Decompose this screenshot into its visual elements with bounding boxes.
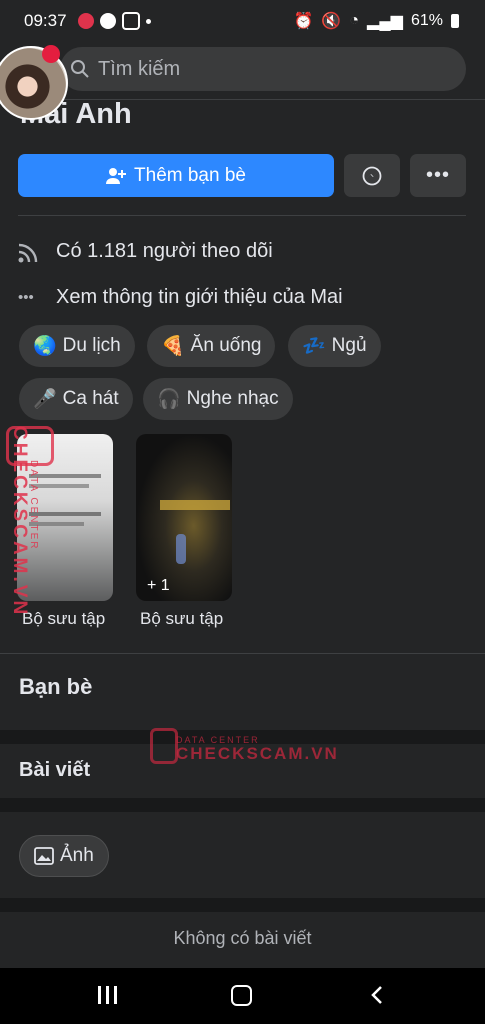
photos-label: Ảnh [60, 845, 94, 866]
hobby-chip[interactable]: 🎧 Nghe nhạc [143, 378, 293, 420]
search-input[interactable]: Tìm kiếm [98, 58, 180, 81]
signal-icon: ▂▄▆ [367, 13, 403, 30]
hobby-chip[interactable]: 🎤 Ca hát [19, 378, 133, 420]
ellipsis-icon: ••• [18, 289, 34, 306]
notification-badge [42, 45, 60, 63]
recent-apps-button[interactable] [98, 986, 117, 1004]
followers-text: Có 1.181 người theo dõi [56, 240, 273, 262]
microphone-icon: 🎤 [33, 389, 57, 410]
pizza-icon: 🍕 [161, 336, 185, 357]
section-gap [0, 898, 485, 912]
add-friend-label: Thêm bạn bè [134, 164, 246, 186]
wifi-icon: ◔ [349, 12, 360, 29]
hobby-label: Ngủ [331, 335, 367, 356]
vivaldi-icon [78, 13, 94, 29]
globe-icon: 🌏 [33, 336, 57, 357]
followers-row[interactable]: Có 1.181 người theo dõi [18, 240, 273, 263]
system-icons: ⏰ 🔇 ◔ ▂▄▆ 61% [293, 11, 459, 31]
more-button[interactable]: ••• [410, 154, 466, 197]
section-gap [0, 798, 485, 812]
hobby-label: Ăn uống [190, 335, 262, 356]
instagram-icon [122, 12, 140, 30]
lock-logo [6, 426, 54, 466]
hobby-label: Du lịch [62, 335, 121, 356]
watermark-text: CHECKSCAM.VN [176, 744, 339, 763]
photos-button[interactable]: Ảnh [19, 835, 109, 877]
photo-icon [34, 847, 54, 865]
rss-icon [18, 243, 38, 262]
collection-label: Bộ sưu tập [22, 609, 106, 628]
battery-text: 61% [410, 12, 443, 29]
mute-icon: 🔇 [321, 13, 342, 30]
messenger-status-icon [100, 13, 116, 29]
dot-icon [146, 18, 151, 24]
empty-posts-text: Không có bài viết [173, 928, 312, 948]
hobby-chip[interactable]: 🌏 Du lịch [19, 325, 135, 367]
add-friend-button[interactable]: Thêm bạn bè [18, 154, 334, 197]
hobby-label: Nghe nhạc [186, 388, 279, 409]
collection-label: Bộ sưu tập [140, 609, 224, 628]
about-row[interactable]: ••• Xem thông tin giới thiệu của Mai [18, 286, 343, 309]
hobby-chip[interactable]: 💤 Ngủ [288, 325, 381, 367]
home-button[interactable] [231, 985, 252, 1006]
collection-thumbnail[interactable] [136, 434, 232, 601]
search-icon [71, 60, 89, 78]
messenger-icon [362, 166, 382, 185]
headphones-icon: 🎧 [157, 389, 181, 410]
watermark-subtext: DATA CENTER [28, 460, 39, 551]
messenger-button[interactable] [344, 154, 400, 197]
about-text: Xem thông tin giới thiệu của Mai [56, 286, 343, 308]
add-friend-icon [106, 167, 127, 184]
alarm-icon: ⏰ [293, 13, 314, 30]
notification-icons [78, 12, 151, 30]
status-time: 09:37 [24, 11, 67, 30]
battery-icon [451, 14, 459, 28]
hobby-chip[interactable]: 🍕 Ăn uống [147, 325, 276, 367]
divider [18, 215, 466, 216]
friends-title: Bạn bè [19, 674, 93, 699]
collection-count: + 1 [147, 577, 170, 594]
back-button[interactable] [370, 985, 384, 1005]
section-divider [0, 653, 485, 654]
more-icon: ••• [425, 164, 450, 186]
hobby-label: Ca hát [62, 388, 119, 409]
lock-logo [150, 728, 178, 764]
sleep-icon: 💤 [302, 336, 326, 357]
posts-title: Bài viết [19, 759, 91, 781]
